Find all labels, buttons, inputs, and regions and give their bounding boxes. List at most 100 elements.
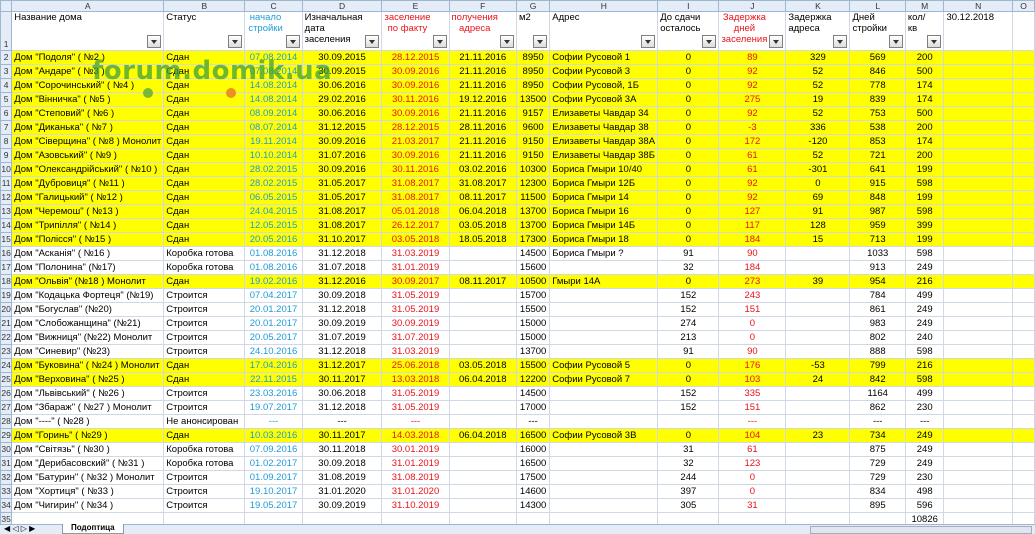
table-cell[interactable]: 13700: [515, 344, 551, 359]
table-cell[interactable]: 17300: [515, 232, 551, 247]
table-cell[interactable]: 89: [718, 50, 787, 65]
table-cell[interactable]: 31.12.2018: [301, 302, 383, 317]
table-cell[interactable]: 28.11.2016: [448, 120, 517, 135]
table-cell[interactable]: [1012, 470, 1035, 485]
table-cell[interactable]: [1012, 120, 1035, 135]
header-cell[interactable]: кол/кв: [904, 11, 945, 51]
table-cell[interactable]: [943, 302, 1013, 317]
table-cell[interactable]: 0: [657, 204, 720, 219]
table-cell[interactable]: 959: [849, 218, 906, 233]
table-cell[interactable]: 875: [849, 442, 906, 457]
table-cell[interactable]: 61: [718, 442, 787, 457]
sheet-nav-arrows[interactable]: ◀ ◁ ▷ ▶: [4, 524, 35, 533]
table-cell[interactable]: 31.05.2019: [381, 288, 450, 303]
row-number[interactable]: 9: [0, 148, 13, 163]
table-cell[interactable]: 230: [904, 400, 945, 415]
table-cell[interactable]: 31.05.2019: [381, 386, 450, 401]
table-cell[interactable]: [549, 442, 659, 457]
table-cell[interactable]: [1012, 148, 1035, 163]
table-cell[interactable]: 8950: [515, 78, 551, 93]
table-cell[interactable]: Бориса Гмыри 14: [549, 190, 659, 205]
table-cell[interactable]: 0: [657, 428, 720, 443]
table-cell[interactable]: Бориса Гмыри ?: [549, 246, 659, 261]
table-cell[interactable]: 31.07.2016: [301, 148, 383, 163]
table-cell[interactable]: 31.10.2019: [381, 498, 450, 513]
table-cell[interactable]: 0: [718, 470, 787, 485]
table-cell[interactable]: 104: [718, 428, 787, 443]
table-cell[interactable]: 275: [718, 92, 787, 107]
table-cell[interactable]: 174: [904, 78, 945, 93]
table-cell[interactable]: -53: [785, 358, 851, 373]
table-cell[interactable]: Дом "Чигирин" ( №34 ): [11, 498, 165, 513]
table-cell[interactable]: [549, 400, 659, 415]
table-cell[interactable]: 802: [849, 330, 906, 345]
table-cell[interactable]: Дом "Трипілля" ( №14 ): [11, 218, 165, 233]
table-cell[interactable]: [448, 442, 517, 457]
table-cell[interactable]: 729: [849, 456, 906, 471]
table-cell[interactable]: [1012, 400, 1035, 415]
table-cell[interactable]: 249: [904, 260, 945, 275]
table-cell[interactable]: Сдан: [163, 190, 246, 205]
column-header-j[interactable]: J: [718, 0, 787, 12]
table-cell[interactable]: 30.09.2016: [301, 134, 383, 149]
table-cell[interactable]: 151: [718, 400, 787, 415]
table-cell[interactable]: 31.01.2019: [381, 456, 450, 471]
table-cell[interactable]: [1012, 232, 1035, 247]
table-cell[interactable]: 230: [904, 470, 945, 485]
table-cell[interactable]: 538: [849, 120, 906, 135]
row-number[interactable]: 24: [0, 358, 13, 373]
table-cell[interactable]: 61: [718, 162, 787, 177]
table-cell[interactable]: 12200: [515, 372, 551, 387]
row-number[interactable]: 17: [0, 260, 13, 275]
table-cell[interactable]: [1012, 498, 1035, 513]
table-cell[interactable]: 03.02.2016: [448, 162, 517, 177]
table-cell[interactable]: [943, 274, 1013, 289]
table-cell[interactable]: 28.02.2015: [244, 176, 303, 191]
table-cell[interactable]: Дом "Вижниця" (№22) Монолит: [11, 330, 165, 345]
table-cell[interactable]: 10300: [515, 162, 551, 177]
table-cell[interactable]: 21.11.2016: [448, 64, 517, 79]
table-cell[interactable]: 0: [785, 176, 851, 191]
table-cell[interactable]: 28.12.2015: [381, 50, 450, 65]
table-cell[interactable]: 30.11.2017: [301, 428, 383, 443]
table-cell[interactable]: Дом "Дерибасовский" ( №31 ): [11, 456, 165, 471]
table-cell[interactable]: 17500: [515, 470, 551, 485]
table-cell[interactable]: Строится: [163, 288, 246, 303]
table-cell[interactable]: 31.12.2015: [301, 120, 383, 135]
table-cell[interactable]: 0: [657, 134, 720, 149]
table-cell[interactable]: 734: [849, 428, 906, 443]
table-cell[interactable]: 12.05.2015: [244, 218, 303, 233]
table-cell[interactable]: Строится: [163, 316, 246, 331]
table-cell[interactable]: 0: [657, 274, 720, 289]
filter-dropdown-icon[interactable]: [641, 35, 656, 48]
row-number[interactable]: 13: [0, 204, 13, 219]
header-cell[interactable]: заселение по факту: [381, 11, 450, 51]
column-header-m[interactable]: M: [904, 0, 945, 12]
header-cell[interactable]: Статус: [163, 11, 246, 51]
column-header-g[interactable]: G: [515, 0, 551, 12]
table-cell[interactable]: 721: [849, 148, 906, 163]
row-number[interactable]: 3: [0, 64, 13, 79]
column-header-c[interactable]: C: [244, 0, 303, 12]
table-cell[interactable]: 30.11.2018: [301, 442, 383, 457]
table-cell[interactable]: [943, 470, 1013, 485]
table-cell[interactable]: 784: [849, 288, 906, 303]
row-number[interactable]: 15: [0, 232, 13, 247]
table-cell[interactable]: Строится: [163, 400, 246, 415]
table-cell[interactable]: 846: [849, 64, 906, 79]
table-cell[interactable]: 500: [904, 106, 945, 121]
table-cell[interactable]: 244: [657, 470, 720, 485]
table-cell[interactable]: [943, 92, 1013, 107]
row-number[interactable]: 23: [0, 344, 13, 359]
table-cell[interactable]: Софии Русовой 3В: [549, 428, 659, 443]
table-cell[interactable]: 30.09.2016: [381, 148, 450, 163]
column-header-o[interactable]: O: [1012, 0, 1035, 12]
table-cell[interactable]: 31.08.2017: [301, 204, 383, 219]
table-cell[interactable]: 32: [657, 456, 720, 471]
row-number[interactable]: 33: [0, 484, 13, 499]
table-cell[interactable]: 14300: [515, 498, 551, 513]
table-cell[interactable]: 200: [904, 50, 945, 65]
table-cell[interactable]: 16500: [515, 428, 551, 443]
table-cell[interactable]: 31.12.2018: [301, 344, 383, 359]
table-cell[interactable]: 274: [657, 316, 720, 331]
